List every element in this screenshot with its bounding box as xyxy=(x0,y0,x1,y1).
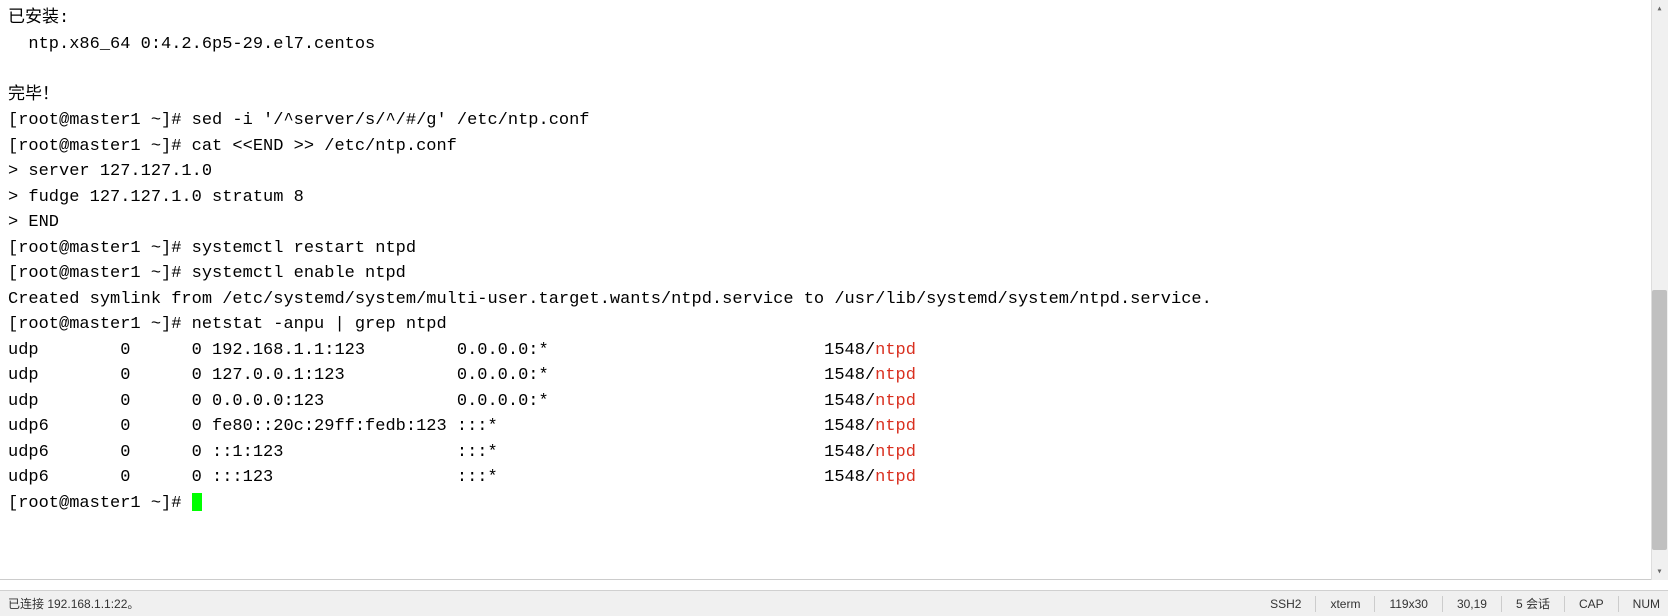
terminal-text: [root@master1 ~]# systemctl restart ntpd xyxy=(8,239,416,258)
status-pos: 30,19 xyxy=(1457,597,1487,611)
status-connection: 已连接 192.168.1.1:22。 xyxy=(8,595,1270,612)
highlighted-text: ntpd xyxy=(875,443,916,462)
cursor xyxy=(192,493,202,511)
terminal-line: > server 127.127.1.0 xyxy=(8,159,1660,185)
terminal-line: [root@master1 ~]# cat <<END >> /etc/ntp.… xyxy=(8,134,1660,160)
terminal-line: [root@master1 ~]# netstat -anpu | grep n… xyxy=(8,312,1660,338)
terminal-text: ntp.x86_64 0:4.2.6p5-29.el7.centos xyxy=(8,35,375,54)
terminal-text: udp6 0 0 ::1:123 :::* 1548/ xyxy=(8,443,875,462)
terminal-line: udp 0 0 0.0.0.0:123 0.0.0.0:* 1548/ntpd xyxy=(8,389,1660,415)
terminal-line: 完毕！ xyxy=(8,83,1660,109)
status-protocol: SSH2 xyxy=(1270,597,1301,611)
terminal-text: udp6 0 0 :::123 :::* 1548/ xyxy=(8,468,875,487)
terminal-line: Created symlink from /etc/systemd/system… xyxy=(8,287,1660,313)
terminal-line: ntp.x86_64 0:4.2.6p5-29.el7.centos xyxy=(8,32,1660,58)
terminal-output[interactable]: 已安装: ntp.x86_64 0:4.2.6p5-29.el7.centos 完… xyxy=(0,0,1668,580)
status-num: NUM xyxy=(1633,597,1660,611)
terminal-line: udp6 0 0 :::123 :::* 1548/ntpd xyxy=(8,465,1660,491)
terminal-line: 已安装: xyxy=(8,6,1660,32)
highlighted-text: ntpd xyxy=(875,341,916,360)
terminal-text: Created symlink from /etc/systemd/system… xyxy=(8,290,1212,309)
terminal-text: [root@master1 ~]# sed -i '/^server/s/^/#… xyxy=(8,111,590,130)
terminal-line: [root@master1 ~]# systemctl enable ntpd xyxy=(8,261,1660,287)
terminal-text: udp 0 0 0.0.0.0:123 0.0.0.0:* 1548/ xyxy=(8,392,875,411)
terminal-line: > fudge 127.127.1.0 stratum 8 xyxy=(8,185,1660,211)
status-sessions: 5 会话 xyxy=(1516,595,1550,612)
terminal-line: udp 0 0 192.168.1.1:123 0.0.0.0:* 1548/n… xyxy=(8,338,1660,364)
scrollbar-thumb[interactable] xyxy=(1652,290,1667,550)
scrollbar-track[interactable]: ▴ ▾ xyxy=(1651,0,1668,580)
terminal-text: [root@master1 ~]# cat <<END >> /etc/ntp.… xyxy=(8,137,457,156)
highlighted-text: ntpd xyxy=(875,417,916,436)
highlighted-text: ntpd xyxy=(875,366,916,385)
scroll-down-arrow[interactable]: ▾ xyxy=(1651,563,1668,580)
terminal-text: udp6 0 0 fe80::20c:29ff:fedb:123 :::* 15… xyxy=(8,417,875,436)
terminal-line: [root@master1 ~]# sed -i '/^server/s/^/#… xyxy=(8,108,1660,134)
terminal-line: udp6 0 0 ::1:123 :::* 1548/ntpd xyxy=(8,440,1660,466)
terminal-line xyxy=(8,57,1660,83)
terminal-text: [root@master1 ~]# xyxy=(8,494,192,513)
status-bar: 已连接 192.168.1.1:22。 SSH2 xterm 119x30 30… xyxy=(0,590,1668,616)
terminal-text: [root@master1 ~]# netstat -anpu | grep n… xyxy=(8,315,447,334)
terminal-text: udp 0 0 192.168.1.1:123 0.0.0.0:* 1548/ xyxy=(8,341,875,360)
terminal-line: [root@master1 ~]# systemctl restart ntpd xyxy=(8,236,1660,262)
terminal-line: > END xyxy=(8,210,1660,236)
scroll-up-arrow[interactable]: ▴ xyxy=(1651,0,1668,17)
terminal-text: 已安装: xyxy=(8,9,69,28)
terminal-line: [root@master1 ~]# xyxy=(8,491,1660,517)
status-term: xterm xyxy=(1330,597,1360,611)
highlighted-text: ntpd xyxy=(875,392,916,411)
status-caps: CAP xyxy=(1579,597,1604,611)
terminal-line: udp6 0 0 fe80::20c:29ff:fedb:123 :::* 15… xyxy=(8,414,1660,440)
terminal-line: udp 0 0 127.0.0.1:123 0.0.0.0:* 1548/ntp… xyxy=(8,363,1660,389)
terminal-text: udp 0 0 127.0.0.1:123 0.0.0.0:* 1548/ xyxy=(8,366,875,385)
status-size: 119x30 xyxy=(1389,597,1427,611)
terminal-text: > server 127.127.1.0 xyxy=(8,162,212,181)
terminal-text: > END xyxy=(8,213,59,232)
terminal-text: 完毕！ xyxy=(8,86,59,105)
terminal-text: [root@master1 ~]# systemctl enable ntpd xyxy=(8,264,406,283)
highlighted-text: ntpd xyxy=(875,468,916,487)
terminal-text: > fudge 127.127.1.0 stratum 8 xyxy=(8,188,304,207)
